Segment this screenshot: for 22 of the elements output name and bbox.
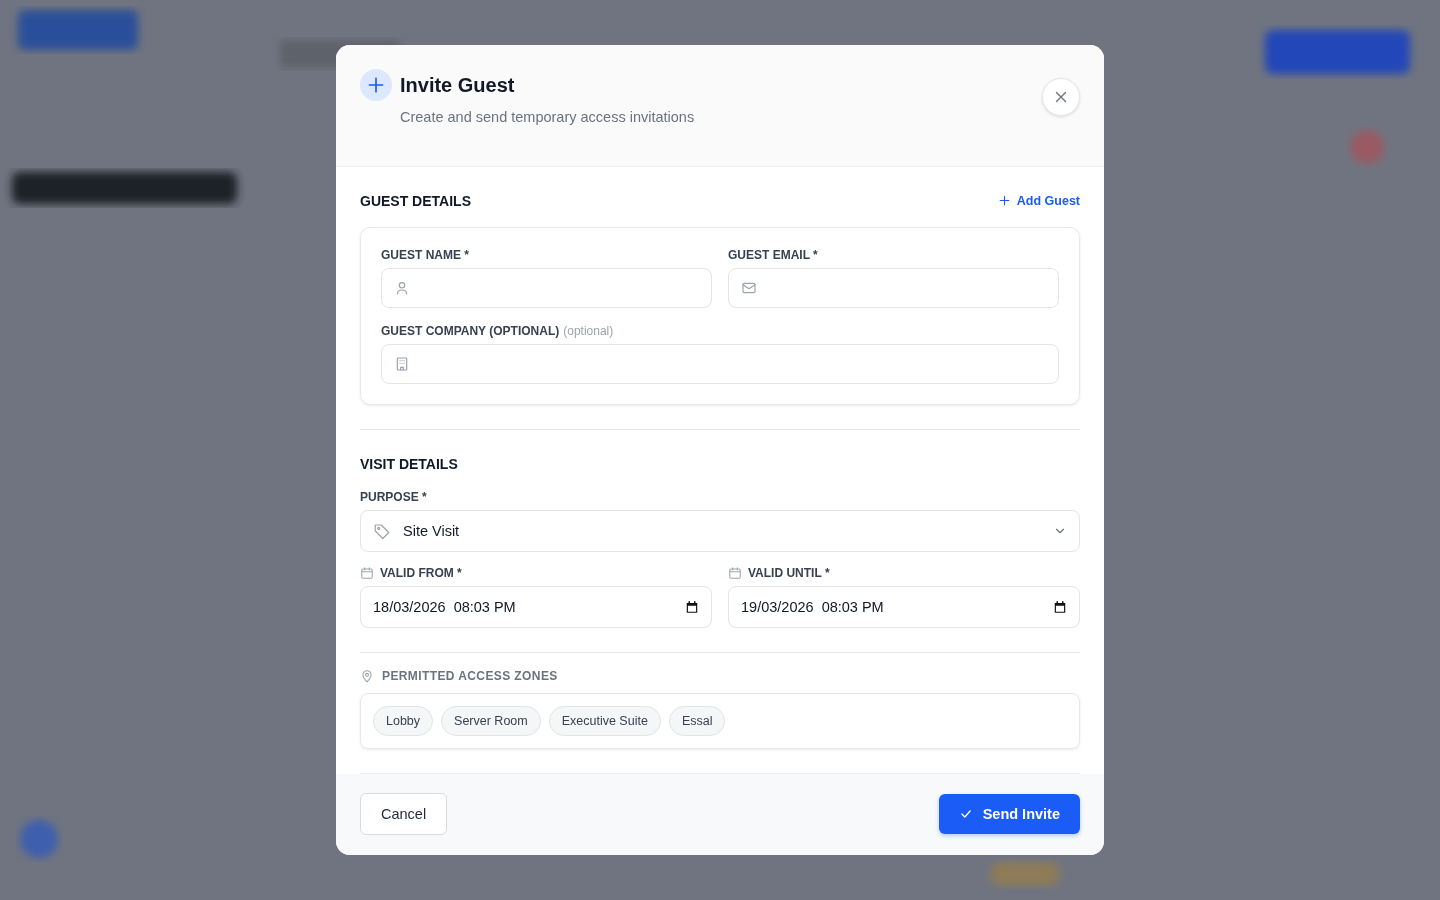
zone-chip[interactable]: Lobby [373, 705, 434, 736]
send-invite-button[interactable]: Send Invite [938, 794, 1080, 835]
field-label: GUEST EMAIL * [728, 247, 819, 262]
field-label: PURPOSE * [360, 489, 428, 504]
zone-chip[interactable]: Server Room [441, 705, 541, 736]
cancel-button[interactable]: Cancel [360, 793, 448, 836]
section-heading: PERMITTED ACCESS ZONES [382, 668, 558, 683]
dialog-subtitle: Create and send temporary access invitations [400, 109, 695, 125]
dialog-title: Invite Guest [400, 73, 515, 97]
field-label: GUEST COMPANY (OPTIONAL) [381, 323, 560, 338]
field-label: VALID FROM * [380, 565, 462, 580]
field-label: GUEST NAME * [381, 247, 470, 262]
add-guest-link[interactable]: Add Guest [997, 193, 1080, 208]
optional-hint: (optional) [563, 323, 614, 338]
date-field[interactable]: 19/03/2026 08:03 PM [728, 585, 1080, 628]
zone-chip[interactable]: Essal [668, 705, 726, 736]
date-field[interactable]: 18/03/2026 08:03 PM [360, 585, 712, 628]
section-heading: GUEST DETAILS [360, 192, 471, 209]
field-label: VALID UNTIL * [748, 565, 830, 580]
section-heading: VISIT DETAILS [360, 455, 459, 472]
purpose-dropdown[interactable]: Site Visit [360, 509, 1080, 552]
zone-chip[interactable]: Executive Suite [548, 705, 661, 736]
